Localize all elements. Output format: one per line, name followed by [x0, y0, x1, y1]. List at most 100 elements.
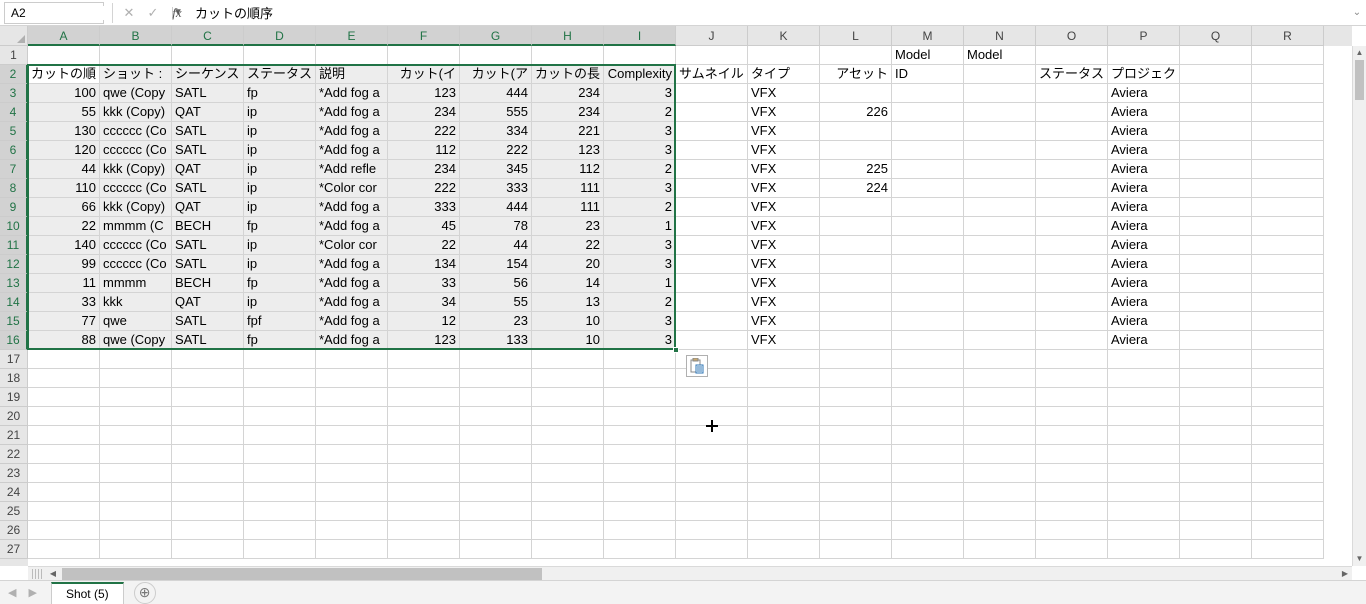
- cell-I15[interactable]: 3: [604, 312, 676, 331]
- cell-P26[interactable]: [1108, 521, 1180, 540]
- cell-B20[interactable]: [100, 407, 172, 426]
- scroll-up-icon[interactable]: ▲: [1353, 46, 1366, 60]
- cell-C16[interactable]: SATL: [172, 331, 244, 350]
- cell-J11[interactable]: [676, 236, 748, 255]
- cell-I6[interactable]: 3: [604, 141, 676, 160]
- scroll-track[interactable]: [62, 567, 1338, 581]
- cell-F9[interactable]: 333: [388, 198, 460, 217]
- cell-D27[interactable]: [244, 540, 316, 559]
- cell-D17[interactable]: [244, 350, 316, 369]
- cell-J5[interactable]: [676, 122, 748, 141]
- column-header-B[interactable]: B: [100, 26, 172, 46]
- cell-O2[interactable]: ステータス: [1036, 65, 1108, 84]
- cell-Q8[interactable]: [1180, 179, 1252, 198]
- row-header-1[interactable]: 1: [0, 46, 28, 65]
- cell-G18[interactable]: [460, 369, 532, 388]
- row-header-21[interactable]: 21: [0, 426, 28, 445]
- cell-R3[interactable]: [1252, 84, 1324, 103]
- cell-H24[interactable]: [532, 483, 604, 502]
- cell-H1[interactable]: [532, 46, 604, 65]
- row-header-25[interactable]: 25: [0, 502, 28, 521]
- cell-D15[interactable]: fpf: [244, 312, 316, 331]
- cell-C25[interactable]: [172, 502, 244, 521]
- cell-B7[interactable]: kkk (Copy): [100, 160, 172, 179]
- cell-Q12[interactable]: [1180, 255, 1252, 274]
- row-header-9[interactable]: 9: [0, 198, 28, 217]
- cell-I16[interactable]: 3: [604, 331, 676, 350]
- cell-R7[interactable]: [1252, 160, 1324, 179]
- cell-F10[interactable]: 45: [388, 217, 460, 236]
- cell-A19[interactable]: [28, 388, 100, 407]
- cell-E23[interactable]: [316, 464, 388, 483]
- cell-C8[interactable]: SATL: [172, 179, 244, 198]
- cell-C21[interactable]: [172, 426, 244, 445]
- cell-P9[interactable]: Aviera: [1108, 198, 1180, 217]
- cell-B19[interactable]: [100, 388, 172, 407]
- cell-K5[interactable]: VFX: [748, 122, 820, 141]
- cell-J3[interactable]: [676, 84, 748, 103]
- cell-R5[interactable]: [1252, 122, 1324, 141]
- cell-E4[interactable]: *Add fog a: [316, 103, 388, 122]
- cell-G21[interactable]: [460, 426, 532, 445]
- cell-F17[interactable]: [388, 350, 460, 369]
- cell-G22[interactable]: [460, 445, 532, 464]
- cell-C3[interactable]: SATL: [172, 84, 244, 103]
- scroll-left-icon[interactable]: ◀: [46, 569, 60, 578]
- cell-P21[interactable]: [1108, 426, 1180, 445]
- cell-N27[interactable]: [964, 540, 1036, 559]
- cell-I9[interactable]: 2: [604, 198, 676, 217]
- column-header-A[interactable]: A: [28, 26, 100, 46]
- cell-M4[interactable]: [892, 103, 964, 122]
- cell-H12[interactable]: 20: [532, 255, 604, 274]
- row-header-17[interactable]: 17: [0, 350, 28, 369]
- cell-J16[interactable]: [676, 331, 748, 350]
- column-header-C[interactable]: C: [172, 26, 244, 46]
- cell-N21[interactable]: [964, 426, 1036, 445]
- cell-L25[interactable]: [820, 502, 892, 521]
- cell-D23[interactable]: [244, 464, 316, 483]
- cell-P6[interactable]: Aviera: [1108, 141, 1180, 160]
- row-header-2[interactable]: 2: [0, 65, 28, 84]
- cell-H13[interactable]: 14: [532, 274, 604, 293]
- cell-P2[interactable]: プロジェクト: [1108, 65, 1180, 84]
- cell-A10[interactable]: 22: [28, 217, 100, 236]
- cell-N17[interactable]: [964, 350, 1036, 369]
- cell-E8[interactable]: *Color cor: [316, 179, 388, 198]
- cell-H2[interactable]: カットの長: [532, 65, 604, 84]
- cell-A16[interactable]: 88: [28, 331, 100, 350]
- cell-J25[interactable]: [676, 502, 748, 521]
- cell-O26[interactable]: [1036, 521, 1108, 540]
- cell-P19[interactable]: [1108, 388, 1180, 407]
- cell-B11[interactable]: cccccc (Co: [100, 236, 172, 255]
- cell-D7[interactable]: ip: [244, 160, 316, 179]
- cell-O27[interactable]: [1036, 540, 1108, 559]
- cell-D22[interactable]: [244, 445, 316, 464]
- cell-O22[interactable]: [1036, 445, 1108, 464]
- cell-K3[interactable]: VFX: [748, 84, 820, 103]
- formula-expand-icon[interactable]: ⌄: [1348, 7, 1366, 18]
- cell-B14[interactable]: kkk: [100, 293, 172, 312]
- cell-L11[interactable]: [820, 236, 892, 255]
- cell-L5[interactable]: [820, 122, 892, 141]
- cell-A5[interactable]: 130: [28, 122, 100, 141]
- cell-N20[interactable]: [964, 407, 1036, 426]
- cell-J22[interactable]: [676, 445, 748, 464]
- cell-R26[interactable]: [1252, 521, 1324, 540]
- cell-B3[interactable]: qwe (Copy: [100, 84, 172, 103]
- row-header-15[interactable]: 15: [0, 312, 28, 331]
- cell-C20[interactable]: [172, 407, 244, 426]
- cell-L17[interactable]: [820, 350, 892, 369]
- cell-E3[interactable]: *Add fog a: [316, 84, 388, 103]
- cell-M19[interactable]: [892, 388, 964, 407]
- cell-R24[interactable]: [1252, 483, 1324, 502]
- cell-N22[interactable]: [964, 445, 1036, 464]
- cell-I27[interactable]: [604, 540, 676, 559]
- cell-Q23[interactable]: [1180, 464, 1252, 483]
- cell-Q19[interactable]: [1180, 388, 1252, 407]
- cell-H21[interactable]: [532, 426, 604, 445]
- cell-D5[interactable]: ip: [244, 122, 316, 141]
- cell-K14[interactable]: VFX: [748, 293, 820, 312]
- cell-N4[interactable]: [964, 103, 1036, 122]
- cell-O21[interactable]: [1036, 426, 1108, 445]
- cell-I3[interactable]: 3: [604, 84, 676, 103]
